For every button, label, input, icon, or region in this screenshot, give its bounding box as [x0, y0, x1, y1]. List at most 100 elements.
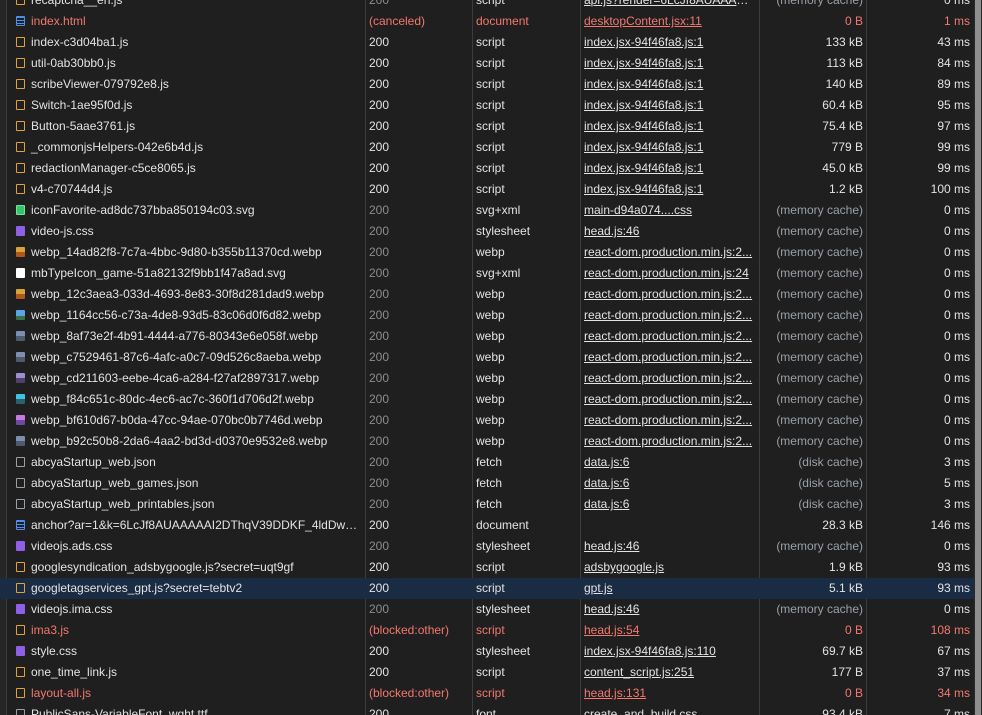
request-row[interactable]: layout-all.js (blocked:other) script head.j…	[0, 683, 982, 704]
request-initiator-link[interactable]: react-dom.production.min.js:2...	[584, 431, 756, 452]
request-row[interactable]: webp_f84c651c-80dc-4ec6-ac7c-360f1d706d2…	[0, 389, 982, 410]
request-name[interactable]: webp_1164cc56-c73a-4de8-93d5-83c06d0f6d8…	[14, 305, 362, 326]
request-initiator-link[interactable]: react-dom.production.min.js:2...	[584, 389, 756, 410]
request-row[interactable]: Switch-1ae95f0d.js 200 script index.jsx-94f…	[0, 95, 982, 116]
request-row[interactable]: videojs.ads.css 200 stylesheet head.js:46 (m…	[0, 536, 982, 557]
request-initiator-link[interactable]: react-dom.production.min.js:2...	[584, 368, 756, 389]
request-name[interactable]: abcyaStartup_web.json	[14, 452, 362, 473]
request-name[interactable]: _commonjsHelpers-042e6b4d.js	[14, 137, 362, 158]
request-initiator-link[interactable]: create_and_build.css	[584, 704, 756, 715]
request-initiator-link[interactable]: index.jsx-94f46fa8.js:1	[584, 32, 756, 53]
request-name[interactable]: webp_f84c651c-80dc-4ec6-ac7c-360f1d706d2…	[14, 389, 362, 410]
request-initiator-link[interactable]: content_script.js:251	[584, 662, 756, 683]
request-name[interactable]: videojs.ima.css	[14, 599, 362, 620]
request-name[interactable]: v4-c70744d4.js	[14, 179, 362, 200]
request-row[interactable]: _commonjsHelpers-042e6b4d.js 200 script ind…	[0, 137, 982, 158]
request-row[interactable]: webp_1164cc56-c73a-4de8-93d5-83c06d0f6d8…	[0, 305, 982, 326]
request-row[interactable]: webp_c7529461-87c6-4afc-a0c7-09d526c8aeb…	[0, 347, 982, 368]
request-initiator-link[interactable]: data.js:6	[584, 494, 756, 515]
request-name[interactable]: index.html	[14, 11, 362, 32]
request-name[interactable]: mbTypeIcon_game-51a82132f9bb1f47a8ad.svg	[14, 263, 362, 284]
request-name[interactable]: PublicSans-VariableFont_wght.ttf	[14, 704, 362, 715]
request-row[interactable]: webp_14ad82f8-7c7a-4bbc-9d80-b355b11370c…	[0, 242, 982, 263]
request-name[interactable]: webp_14ad82f8-7c7a-4bbc-9d80-b355b11370c…	[14, 242, 362, 263]
request-name[interactable]: abcyaStartup_web_printables.json	[14, 494, 362, 515]
request-initiator-link[interactable]: head.js:131	[584, 683, 756, 704]
request-name[interactable]: iconFavorite-ad8dc737bba850194c03.svg	[14, 200, 362, 221]
request-initiator-link[interactable]: head.js:46	[584, 536, 756, 557]
request-initiator-link[interactable]: react-dom.production.min.js:2...	[584, 305, 756, 326]
request-initiator-link[interactable]: index.jsx-94f46fa8.js:110	[584, 641, 756, 662]
request-name[interactable]: Switch-1ae95f0d.js	[14, 95, 362, 116]
request-initiator-link[interactable]: index.jsx-94f46fa8.js:1	[584, 95, 756, 116]
request-row[interactable]: util-0ab30bb0.js 200 script index.jsx-94f46…	[0, 53, 982, 74]
vertical-scrollbar[interactable]	[974, 0, 982, 715]
request-initiator-link[interactable]: api.js?render=6LcJf8AUAAAAA...	[584, 0, 756, 11]
network-request-table[interactable]: recaptcha__en.js 200 script api.js?render=6…	[0, 0, 982, 715]
request-initiator-link[interactable]: index.jsx-94f46fa8.js:1	[584, 137, 756, 158]
request-initiator-link[interactable]: index.jsx-94f46fa8.js:1	[584, 74, 756, 95]
request-name[interactable]: webp_c7529461-87c6-4afc-a0c7-09d526c8aeb…	[14, 347, 362, 368]
request-name[interactable]: redactionManager-c5ce8065.js	[14, 158, 362, 179]
request-row[interactable]: video-js.css 200 stylesheet head.js:46 (memo…	[0, 221, 982, 242]
request-row[interactable]: abcyaStartup_web.json 200 fetch data.js:6 (d…	[0, 452, 982, 473]
request-initiator-link[interactable]: index.jsx-94f46fa8.js:1	[584, 158, 756, 179]
request-name[interactable]: video-js.css	[14, 221, 362, 242]
request-initiator-link[interactable]: desktopContent.jsx:11	[584, 11, 756, 32]
request-initiator-link[interactable]: data.js:6	[584, 452, 756, 473]
request-initiator-link[interactable]: main-d94a074....css	[584, 200, 756, 221]
request-name[interactable]: webp_cd211603-eebe-4ca6-a284-f27af289731…	[14, 368, 362, 389]
request-name[interactable]: ima3.js	[14, 620, 362, 641]
request-row[interactable]: webp_bf610d67-b0da-47cc-94ae-070bc0b7746…	[0, 410, 982, 431]
request-initiator-link[interactable]: react-dom.production.min.js:2...	[584, 242, 756, 263]
request-name[interactable]: index-c3d04ba1.js	[14, 32, 362, 53]
request-row[interactable]: webp_cd211603-eebe-4ca6-a284-f27af289731…	[0, 368, 982, 389]
request-row[interactable]: googletagservices_gpt.js?secret=tebtv2 20…	[0, 578, 982, 599]
request-row[interactable]: v4-c70744d4.js 200 script index.jsx-94f46fa…	[0, 179, 982, 200]
request-row[interactable]: one_time_link.js 200 script content_script.…	[0, 662, 982, 683]
request-initiator-link[interactable]: react-dom.production.min.js:2...	[584, 347, 756, 368]
request-initiator-link[interactable]: index.jsx-94f46fa8.js:1	[584, 179, 756, 200]
request-initiator-link[interactable]: react-dom.production.min.js:24	[584, 263, 756, 284]
request-initiator-link[interactable]: head.js:46	[584, 221, 756, 242]
request-row[interactable]: ima3.js (blocked:other) script head.js:54 0 …	[0, 620, 982, 641]
request-name[interactable]: style.css	[14, 641, 362, 662]
request-row[interactable]: recaptcha__en.js 200 script api.js?render=6…	[0, 0, 982, 11]
request-initiator-link[interactable]: gpt.js	[584, 578, 756, 599]
request-row[interactable]: Button-5aae3761.js 200 script index.jsx-94f…	[0, 116, 982, 137]
request-initiator-link[interactable]: data.js:6	[584, 473, 756, 494]
request-name[interactable]: util-0ab30bb0.js	[14, 53, 362, 74]
request-name[interactable]: layout-all.js	[14, 683, 362, 704]
request-initiator-link[interactable]: head.js:46	[584, 599, 756, 620]
request-name[interactable]: recaptcha__en.js	[14, 0, 362, 11]
request-row[interactable]: style.css 200 stylesheet index.jsx-94f46fa8…	[0, 641, 982, 662]
request-initiator-link[interactable]: react-dom.production.min.js:2...	[584, 410, 756, 431]
request-initiator-link[interactable]: index.jsx-94f46fa8.js:1	[584, 53, 756, 74]
request-row[interactable]: webp_12c3aea3-033d-4693-8e83-30f8d281dad…	[0, 284, 982, 305]
request-row[interactable]: mbTypeIcon_game-51a82132f9bb1f47a8ad.svg…	[0, 263, 982, 284]
request-row[interactable]: index.html (canceled) document desktopConte…	[0, 11, 982, 32]
request-row[interactable]: PublicSans-VariableFont_wght.ttf 200 font c…	[0, 704, 982, 715]
request-row[interactable]: webp_b92c50b8-2da6-4aa2-bd3d-d0370e9532e…	[0, 431, 982, 452]
request-name[interactable]: googletagservices_gpt.js?secret=tebtv2	[14, 578, 362, 599]
request-row[interactable]: index-c3d04ba1.js 200 script index.jsx-94f4…	[0, 32, 982, 53]
request-name[interactable]: scribeViewer-079792e8.js	[14, 74, 362, 95]
request-row[interactable]: abcyaStartup_web_printables.json 200 fetch…	[0, 494, 982, 515]
request-name[interactable]: webp_bf610d67-b0da-47cc-94ae-070bc0b7746…	[14, 410, 362, 431]
request-initiator-link[interactable]: head.js:54	[584, 620, 756, 641]
request-initiator-link[interactable]: react-dom.production.min.js:2...	[584, 326, 756, 347]
request-name[interactable]: abcyaStartup_web_games.json	[14, 473, 362, 494]
request-name[interactable]: webp_b92c50b8-2da6-4aa2-bd3d-d0370e9532e…	[14, 431, 362, 452]
request-row[interactable]: videojs.ima.css 200 stylesheet head.js:46 (m…	[0, 599, 982, 620]
request-name[interactable]: googlesyndication_adsbygoogle.js?secret=…	[14, 557, 362, 578]
request-initiator-link[interactable]: index.jsx-94f46fa8.js:1	[584, 116, 756, 137]
request-name[interactable]: webp_8af73e2f-4b91-4444-a776-80343e6e058…	[14, 326, 362, 347]
request-initiator-link[interactable]	[584, 515, 756, 536]
request-row[interactable]: abcyaStartup_web_games.json 200 fetch data.…	[0, 473, 982, 494]
request-initiator-link[interactable]: react-dom.production.min.js:2...	[584, 284, 756, 305]
request-row[interactable]: scribeViewer-079792e8.js 200 script index.j…	[0, 74, 982, 95]
request-row[interactable]: webp_8af73e2f-4b91-4444-a776-80343e6e058…	[0, 326, 982, 347]
request-name[interactable]: videojs.ads.css	[14, 536, 362, 557]
request-name[interactable]: webp_12c3aea3-033d-4693-8e83-30f8d281dad…	[14, 284, 362, 305]
request-name[interactable]: one_time_link.js	[14, 662, 362, 683]
